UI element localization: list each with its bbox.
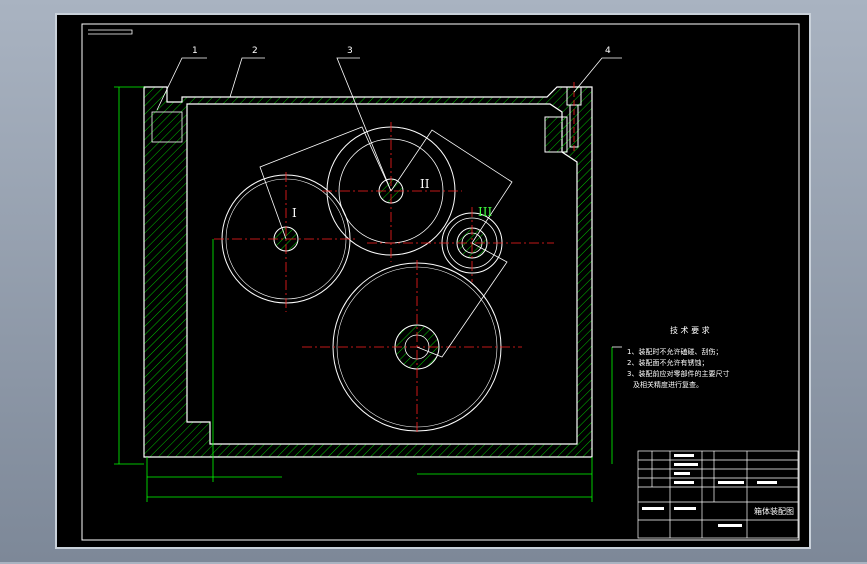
technical-requirements: 技 术 要 求 1、装配时不允许磕碰、刮伤； 2、装配面不允许有锈蚀； 3、装配… [627, 325, 729, 389]
tech-req-item-4: 及相关精度进行复查。 [633, 380, 703, 389]
center-lines [214, 122, 554, 432]
corner-mark [88, 29, 133, 35]
balloon-4: 4 [605, 46, 611, 56]
drawing-sheet: 1 2 3 4 I II III 技 术 要 求 1、装配时不允许磕碰、刮伤； … [55, 13, 811, 549]
housing [143, 86, 593, 458]
gear-label-I: I [292, 206, 297, 220]
tech-req-item-3: 3、装配前应对零部件的主要尺寸 [627, 369, 729, 378]
drawing-name: 箱体装配图 [754, 506, 794, 516]
tech-req-item-1: 1、装配时不允许磕碰、刮伤； [627, 347, 722, 356]
balloon-3: 3 [347, 46, 353, 56]
tech-req-title: 技 术 要 求 [670, 325, 710, 335]
assembly-drawing: 1 2 3 4 I II III 技 术 要 求 1、装配时不允许磕碰、刮伤； … [81, 23, 800, 541]
gear-label-III: III [478, 205, 492, 219]
balloon-2: 2 [252, 46, 258, 56]
title-block-cell-marks [642, 454, 777, 527]
tech-req-item-2: 2、装配面不允许有锈蚀； [627, 358, 708, 367]
gear-label-II: II [420, 177, 430, 191]
balloon-1: 1 [192, 46, 198, 56]
